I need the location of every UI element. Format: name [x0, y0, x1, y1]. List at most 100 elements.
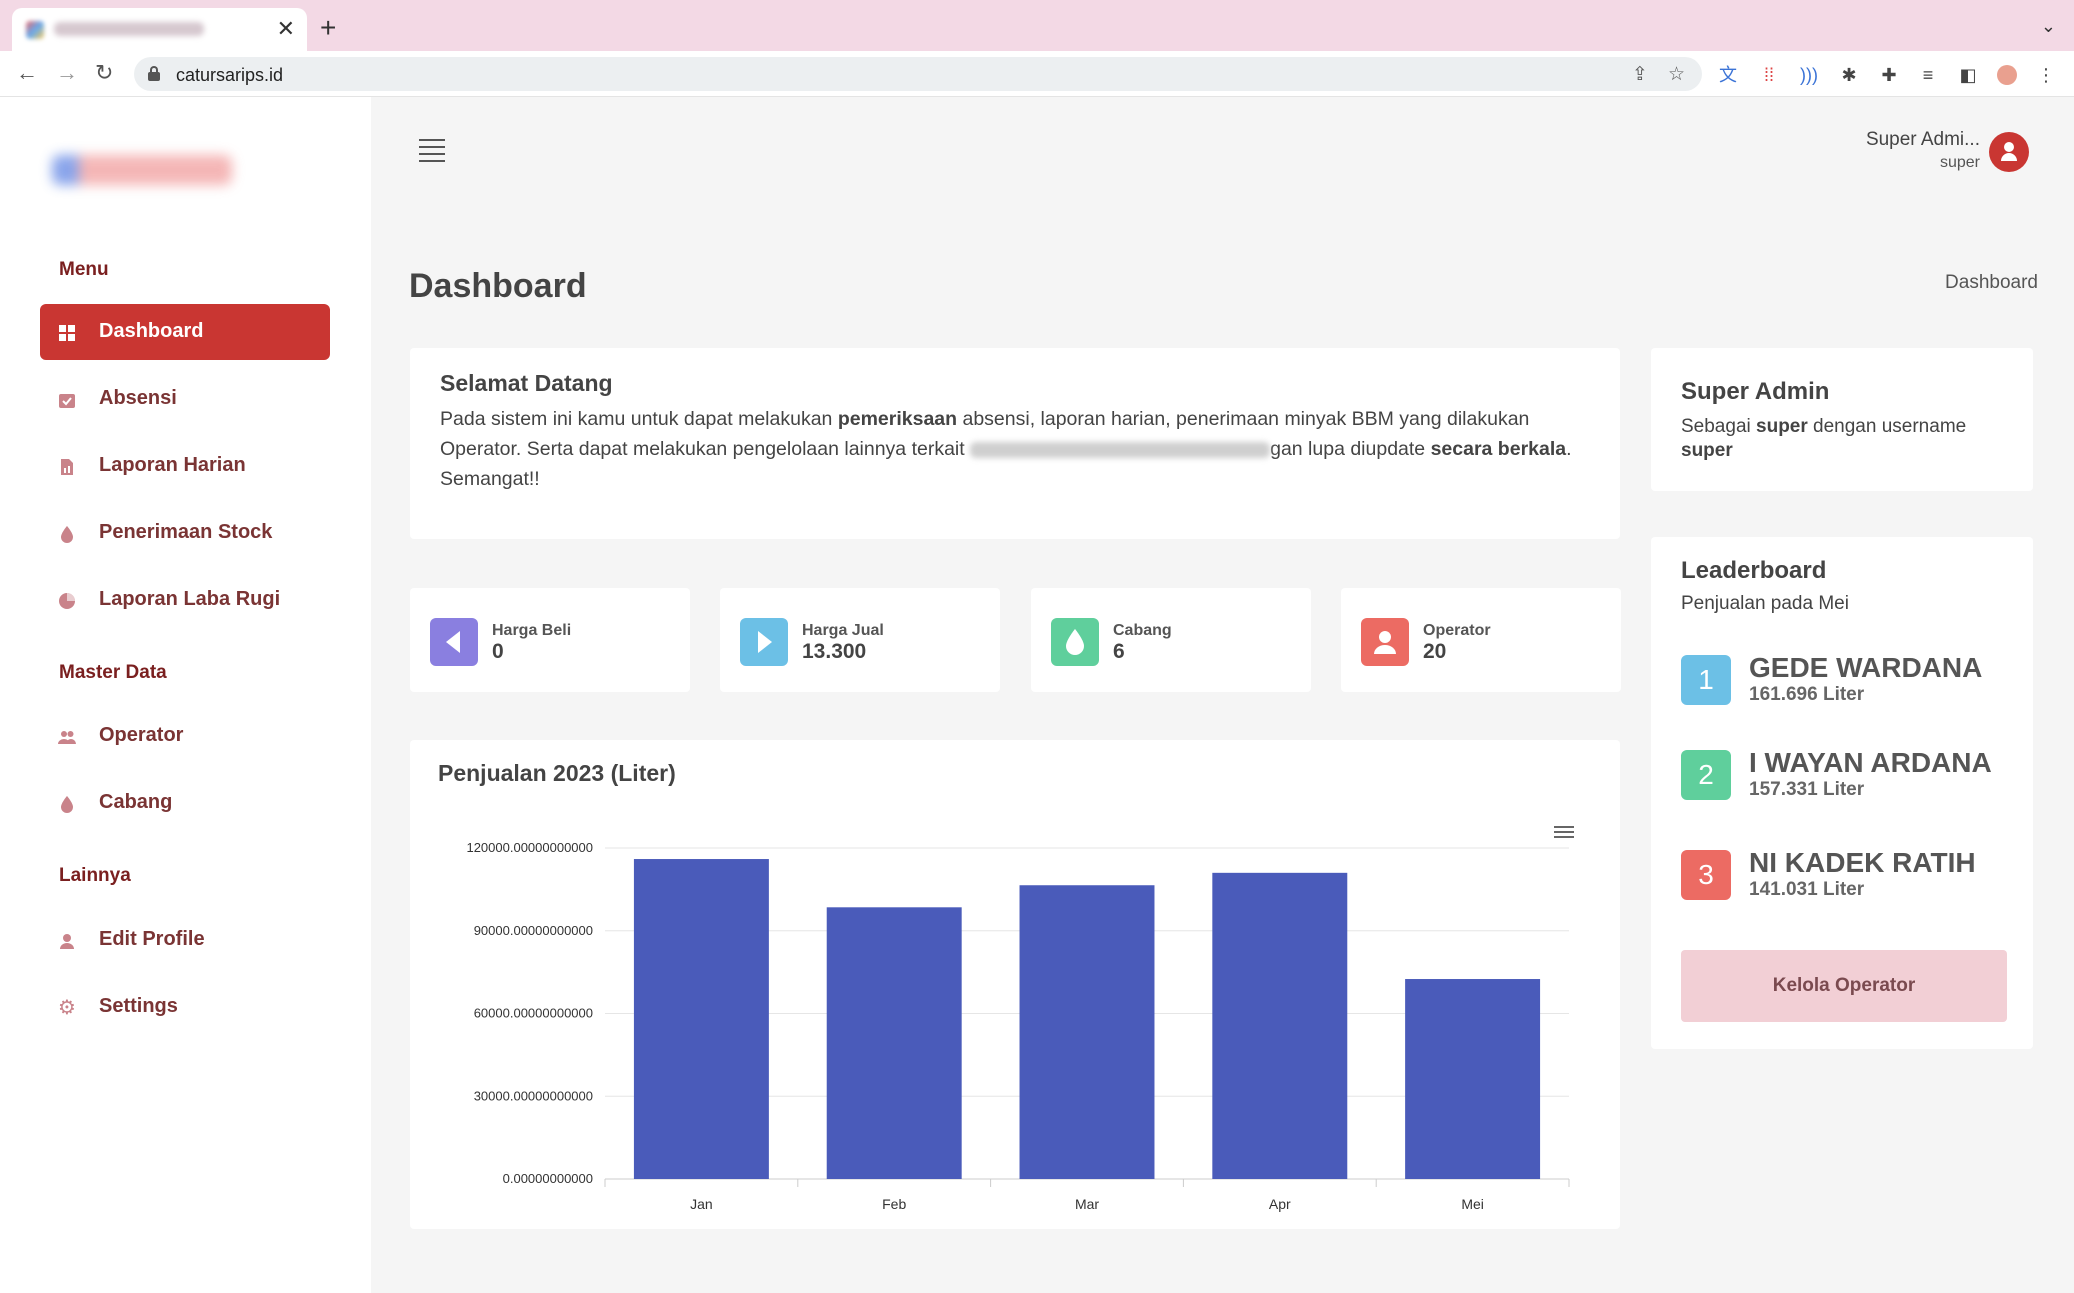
- operator-amount: 141.031 Liter: [1749, 879, 1865, 900]
- welcome-title: Selamat Datang: [440, 370, 613, 396]
- leaderboard-entry: 2 I WAYAN ARDANA 157.331 Liter: [1681, 747, 2011, 807]
- brand-logo[interactable]: [52, 155, 232, 185]
- lock-icon: [148, 66, 160, 81]
- stat-value: 20: [1423, 640, 1447, 663]
- new-tab-button[interactable]: +: [320, 14, 336, 42]
- kelola-operator-button[interactable]: Kelola Operator: [1681, 950, 2007, 1022]
- sidebar-item-laporan-harian[interactable]: Laporan Harian: [40, 438, 330, 494]
- pie-chart-icon: [58, 592, 76, 610]
- operator-name: NI KADEK RATIH: [1749, 847, 1976, 878]
- avatar[interactable]: [1989, 132, 2029, 172]
- sidebar-item-label: Operator: [99, 724, 184, 746]
- droplet-icon: [1051, 618, 1099, 666]
- reading-list-icon[interactable]: ≡: [1918, 65, 1938, 85]
- welcome-card: Selamat Datang Pada sistem ini kamu untu…: [410, 348, 1620, 539]
- bar-mei: [1405, 979, 1541, 1179]
- tab-title-blurred: [54, 22, 204, 36]
- admin-title: Super Admin: [1681, 378, 1830, 405]
- stat-label: Harga Beli: [492, 622, 572, 639]
- sidebar-item-laporan-laba-rugi[interactable]: Laporan Laba Rugi: [40, 572, 330, 628]
- bar-feb: [826, 907, 962, 1179]
- bar-apr: [1212, 872, 1348, 1179]
- sidebar-item-label: Penerimaan Stock: [99, 521, 273, 543]
- admin-description: Sebagai super dengan username super: [1681, 416, 1967, 461]
- stat-operator: Operator 20: [1341, 588, 1621, 692]
- report-icon: [58, 458, 76, 476]
- bar-jan: [633, 859, 769, 1179]
- sidebar-item-dashboard[interactable]: Dashboard: [40, 304, 330, 360]
- bug-extension-icon[interactable]: ✱: [1839, 65, 1859, 85]
- sidebar-section-lainnya: Lainnya: [59, 865, 131, 886]
- back-icon[interactable]: ←: [16, 61, 38, 85]
- user-role: super: [1939, 154, 1980, 171]
- breadcrumb[interactable]: Dashboard: [1945, 272, 2038, 294]
- leaderboard-subtitle: Penjualan pada Mei: [1681, 593, 1849, 614]
- user-name[interactable]: Super Admi...: [1866, 129, 1980, 151]
- y-tick-label: 60000.00000000000: [474, 1006, 593, 1021]
- stat-value: 13.300: [802, 640, 867, 663]
- calendar-check-icon: [58, 391, 76, 409]
- share-icon[interactable]: ⇪: [1632, 63, 1648, 86]
- browser-tab[interactable]: ✕: [12, 8, 307, 51]
- tab-search-chevron-icon[interactable]: ⌄: [2041, 16, 2056, 37]
- chevron-left-icon: [430, 618, 478, 666]
- url-text[interactable]: catursarips.id: [176, 65, 283, 86]
- leaderboard-entry: 1 GEDE WARDANA 161.696 Liter: [1681, 652, 2011, 712]
- browser-menu-icon[interactable]: ⋮: [2036, 65, 2056, 85]
- side-panel-icon[interactable]: ◧: [1958, 65, 1978, 85]
- stat-value: 0: [492, 640, 504, 663]
- gear-icon: ⚙: [58, 997, 76, 1019]
- sidebar-section-master-data: Master Data: [59, 662, 167, 683]
- extensions-puzzle-icon[interactable]: ✚: [1879, 65, 1899, 85]
- grid-icon: [58, 324, 76, 342]
- leaderboard-entry: 3 NI KADEK RATIH 141.031 Liter: [1681, 847, 2011, 907]
- sidebar-item-penerimaan-stock[interactable]: Penerimaan Stock: [40, 505, 330, 561]
- y-tick-label: 120000.00000000000: [466, 840, 593, 855]
- y-tick-label: 30000.00000000000: [474, 1088, 593, 1103]
- x-tick-label: Mar: [1075, 1196, 1099, 1212]
- sidebar: Menu Dashboard Absensi Laporan Harian Pe…: [0, 97, 371, 1293]
- sidebar-item-label: Cabang: [99, 791, 173, 813]
- main-content: Super Admi... super Dashboard Dashboard …: [371, 97, 2074, 1293]
- sales-chart-card: Penjualan 2023 (Liter) 0.00000000000 3000…: [410, 740, 1620, 1229]
- sidebar-item-settings[interactable]: ⚙ Settings: [40, 979, 330, 1035]
- sidebar-item-label: Laporan Laba Rugi: [99, 588, 281, 610]
- operator-name: GEDE WARDANA: [1749, 652, 1983, 683]
- leaderboard-card: Leaderboard Penjualan pada Mei 1 GEDE WA…: [1651, 537, 2033, 1049]
- operator-name: I WAYAN ARDANA: [1749, 747, 1992, 778]
- redacted-text: [970, 441, 1271, 458]
- operator-amount: 157.331 Liter: [1749, 779, 1865, 800]
- stat-harga-beli: Harga Beli 0: [410, 588, 690, 692]
- menu-toggle-icon[interactable]: [419, 139, 445, 162]
- y-tick-label: 0.00000000000: [503, 1171, 593, 1186]
- sidebar-item-operator[interactable]: Operator: [40, 708, 330, 764]
- browser-toolbar: ← → ↻ catursarips.id ⇪ ☆ 文 ⁞⁞ ))) ✱ ✚ ≡ …: [0, 51, 2074, 97]
- address-bar[interactable]: catursarips.id ⇪ ☆: [134, 57, 1702, 91]
- stat-label: Operator: [1423, 622, 1491, 639]
- browser-tab-strip: ✕ + ⌄: [0, 0, 2074, 51]
- droplet-icon: [58, 525, 76, 543]
- y-tick-label: 90000.00000000000: [474, 923, 593, 938]
- stat-harga-jual: Harga Jual 13.300: [720, 588, 1000, 692]
- admin-info-card: Super Admin Sebagai super dengan usernam…: [1651, 348, 2033, 491]
- sidebar-item-cabang[interactable]: Cabang: [40, 775, 330, 831]
- profile-avatar-icon[interactable]: [1997, 65, 2017, 85]
- bar-chart: 0.00000000000 30000.00000000000 60000.0000…: [466, 840, 1570, 1212]
- reload-icon[interactable]: ↻: [95, 61, 113, 85]
- welcome-text: Pada sistem ini kamu untuk dapat melakuk…: [440, 408, 1572, 490]
- audio-extension-icon[interactable]: ))): [1799, 65, 1819, 85]
- sidebar-item-label: Edit Profile: [99, 928, 205, 950]
- stat-value: 6: [1113, 640, 1125, 663]
- tab-close-icon[interactable]: ✕: [277, 18, 295, 40]
- page-title: Dashboard: [409, 267, 587, 305]
- sidebar-item-edit-profile[interactable]: Edit Profile: [40, 912, 330, 968]
- x-tick-label: Feb: [882, 1196, 906, 1212]
- sidebar-item-absensi[interactable]: Absensi: [40, 371, 330, 427]
- x-tick-label: Jan: [690, 1196, 713, 1212]
- forward-icon[interactable]: →: [56, 61, 78, 85]
- apps-extension-icon[interactable]: ⁞⁞: [1759, 65, 1779, 85]
- bookmark-star-icon[interactable]: ☆: [1668, 63, 1685, 86]
- chevron-right-icon: [740, 618, 788, 666]
- rank-badge: 2: [1681, 750, 1731, 800]
- translate-extension-icon[interactable]: 文: [1718, 65, 1738, 85]
